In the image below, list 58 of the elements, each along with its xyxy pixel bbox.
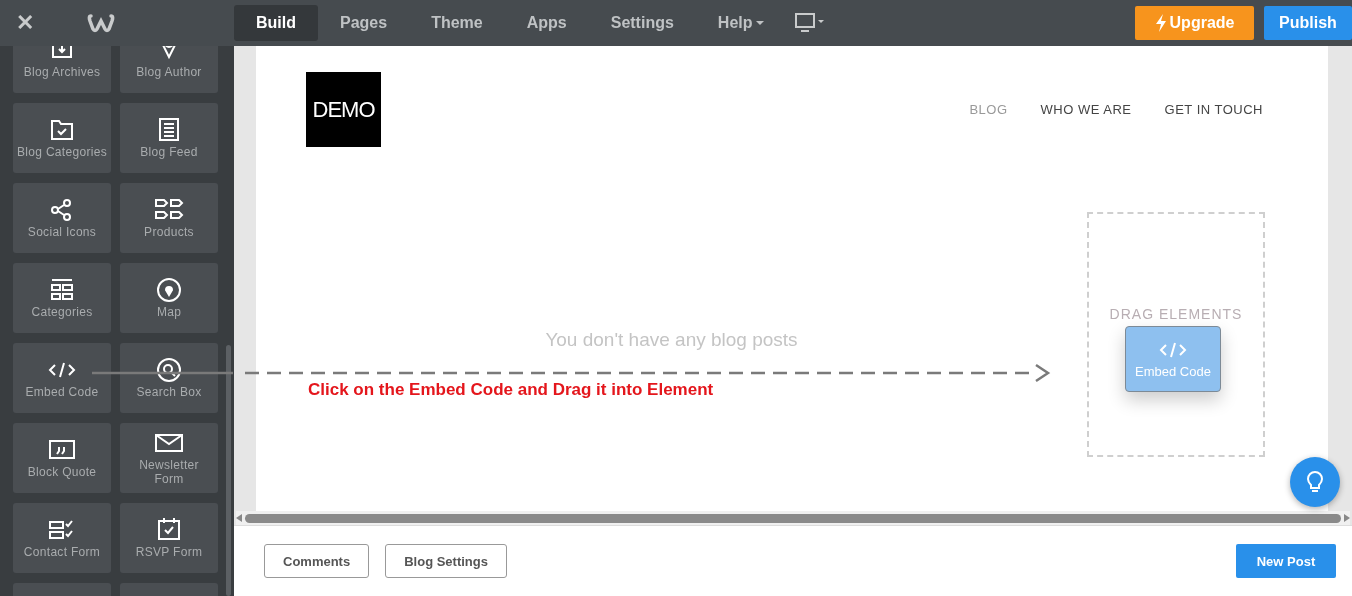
- publish-button[interactable]: Publish: [1264, 6, 1352, 40]
- map-icon: [154, 277, 184, 303]
- element-tile[interactable]: Categories: [13, 263, 111, 333]
- tile-label: Map: [156, 305, 182, 319]
- tile-label: Embed Code: [1135, 363, 1211, 379]
- element-tile[interactable]: Block Quote: [13, 423, 111, 493]
- tile-label: Categories: [31, 305, 93, 319]
- element-tile[interactable]: Blog Archives: [13, 46, 111, 93]
- element-tile[interactable]: Blog Categories: [13, 103, 111, 173]
- site-nav-link[interactable]: WHO WE ARE: [1040, 102, 1132, 117]
- element-tile[interactable]: Blog Feed: [120, 103, 218, 173]
- element-tile[interactable]: Embed Code: [13, 343, 111, 413]
- dragged-tile[interactable]: Embed Code: [1125, 326, 1221, 392]
- tile-label: Contact Form: [23, 545, 101, 559]
- element-tile[interactable]: Contact Form: [13, 503, 111, 573]
- drop-zone-label: DRAG ELEMENTS: [1109, 306, 1243, 322]
- tile-label: Products: [144, 225, 194, 239]
- element-tile[interactable]: Search Box: [120, 343, 218, 413]
- site-nav-link[interactable]: GET IN TOUCH: [1164, 102, 1263, 117]
- scrollbar[interactable]: [226, 345, 231, 596]
- horizontal-scrollbar[interactable]: [236, 511, 1350, 525]
- outline-button[interactable]: Comments: [264, 544, 370, 578]
- nav-tab[interactable]: Settings: [588, 5, 696, 41]
- tile-label: Blog Categories: [17, 145, 107, 159]
- annotation-text: Click on the Embed Code and Drag it into Element: [308, 380, 714, 400]
- element-tile[interactable]: Map: [120, 263, 218, 333]
- nav-tab[interactable]: Apps: [504, 5, 589, 41]
- help-button[interactable]: [1290, 457, 1340, 507]
- tile-label: Search Box: [136, 385, 202, 399]
- element-tile[interactable]: Products: [120, 183, 218, 253]
- drop-zone[interactable]: DRAG ELEMENTS Embed Code: [1087, 212, 1265, 457]
- outline-button[interactable]: Blog Settings: [385, 544, 507, 578]
- site-nav-link[interactable]: BLOG: [969, 102, 1008, 117]
- logo-icon: [86, 12, 116, 34]
- tile-label: Blog Feed: [140, 145, 198, 159]
- element-tile[interactable]: Blog Author: [120, 46, 218, 93]
- empty-message: You don't have any blog posts: [545, 329, 798, 351]
- nav-tab[interactable]: Help: [695, 5, 786, 41]
- lightning-icon: [1154, 14, 1167, 32]
- tile-label: Blog Author: [136, 65, 202, 79]
- site-logo[interactable]: DEMO: [306, 72, 381, 147]
- nav-tab[interactable]: Build: [234, 5, 318, 41]
- upgrade-button[interactable]: Upgrade: [1135, 6, 1254, 40]
- tile-label: Embed Code: [25, 385, 99, 399]
- lightbulb-icon: [1305, 470, 1325, 494]
- new-post-button[interactable]: New Post: [1236, 544, 1336, 578]
- search-icon: [154, 357, 184, 383]
- element-tile[interactable]: RSVP Form: [120, 503, 218, 573]
- tile-label: Blog Archives: [23, 65, 101, 79]
- tile-label: Block Quote: [27, 465, 97, 479]
- tile-label: Social Icons: [27, 225, 97, 239]
- nav-tab[interactable]: Pages: [318, 5, 410, 41]
- element-tile[interactable]: Newsletter Form: [120, 423, 218, 493]
- element-tile[interactable]: Social Icons: [13, 183, 111, 253]
- tile-label: RSVP Form: [135, 545, 203, 559]
- tile-label: Newsletter Form: [138, 458, 200, 486]
- nav-tab[interactable]: Theme: [409, 5, 505, 41]
- close-button[interactable]: ✕: [16, 10, 34, 36]
